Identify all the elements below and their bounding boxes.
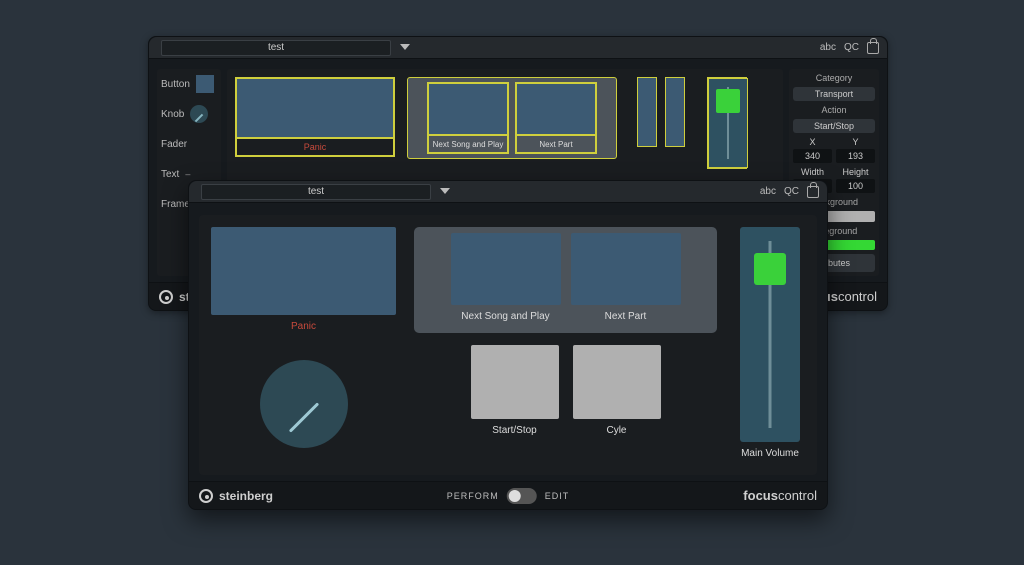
action-label: Action	[793, 105, 875, 115]
next-part-label: Next Part	[516, 135, 596, 153]
canvas-small-group	[637, 77, 685, 147]
qc-label[interactable]: QC	[784, 186, 799, 197]
perform-canvas: Panic Next Song and Play Next Part Start…	[199, 215, 817, 475]
panic-label: Panic	[236, 138, 394, 156]
fader-thumb[interactable]	[754, 253, 786, 285]
height-item: Height 100	[836, 167, 875, 193]
chevron-down-icon	[400, 44, 410, 50]
start-stop-label: Start/Stop	[492, 419, 536, 441]
next-song-pad[interactable]	[428, 83, 508, 135]
titlebar-right-group: abc QC	[820, 42, 879, 54]
canvas-next-part[interactable]: Next Part	[515, 82, 597, 154]
preset-name: test	[268, 42, 284, 53]
y-item: Y 193	[836, 137, 875, 163]
preset-dropdown[interactable]: test	[161, 40, 391, 56]
palette-knob[interactable]: Knob	[161, 103, 217, 125]
abc-label[interactable]: abc	[760, 186, 776, 197]
action-field[interactable]: Start/Stop	[793, 119, 875, 133]
height-field[interactable]: 100	[836, 179, 875, 193]
footer-front: steinberg PERFORM EDIT focuscontrol	[189, 481, 827, 509]
palette-fader-label: Fader	[161, 139, 187, 150]
next-song-button[interactable]	[451, 233, 561, 305]
qc-label[interactable]: QC	[844, 42, 859, 53]
transport-row: Start/Stop Cyle	[414, 345, 717, 441]
titlebar-right-front: abc QC	[760, 186, 819, 198]
next-part-button[interactable]	[571, 233, 681, 305]
palette-text-label: Text	[161, 169, 179, 180]
x-label: X	[809, 137, 815, 147]
nav-group: Next Song and Play Next Part	[414, 227, 717, 333]
next-song-label: Next Song and Play	[428, 135, 508, 153]
palette-button-label: Button	[161, 79, 190, 90]
col-center: Next Song and Play Next Part Start/Stop …	[414, 227, 717, 463]
canvas-nav-group[interactable]: Next Song and Play Next Part	[407, 77, 617, 159]
category-field[interactable]: Transport	[793, 87, 875, 101]
main-knob[interactable]	[260, 360, 348, 448]
y-field[interactable]: 193	[836, 149, 875, 163]
chevron-down-icon	[440, 188, 450, 194]
height-label: Height	[842, 167, 868, 177]
canvas-small-2[interactable]	[665, 77, 685, 147]
cycle-button[interactable]	[573, 345, 661, 419]
next-song-label: Next Song and Play	[461, 305, 549, 327]
cycle-card: Cyle	[573, 345, 661, 441]
canvas-panic-button[interactable]: Panic	[235, 77, 395, 157]
x-field[interactable]: 340	[793, 149, 832, 163]
mini-fader[interactable]	[708, 78, 748, 168]
canvas-small-1[interactable]	[637, 77, 657, 147]
y-label: Y	[852, 137, 858, 147]
brand-logo-icon	[199, 489, 213, 503]
start-stop-button[interactable]	[471, 345, 559, 419]
titlebar-front: test abc QC	[189, 181, 827, 203]
palette-frame-label: Frame	[161, 199, 190, 210]
titlebar-back: test abc QC	[149, 37, 887, 59]
product-focus: focus	[743, 488, 778, 503]
canvas-next-song[interactable]: Next Song and Play	[427, 82, 509, 154]
palette-knob-label: Knob	[161, 109, 184, 120]
abc-label[interactable]: abc	[820, 42, 836, 53]
brand-front: steinberg	[199, 489, 273, 503]
main-volume-label: Main Volume	[741, 448, 799, 459]
edit-label: EDIT	[545, 491, 570, 501]
width-label: Width	[801, 167, 824, 177]
perform-window: test abc QC Panic Next Song and Play Ne	[188, 180, 828, 510]
panic-label: Panic	[291, 321, 316, 332]
next-song-card: Next Song and Play	[451, 233, 561, 327]
category-label: Category	[793, 73, 875, 83]
product-control: control	[838, 289, 877, 304]
panic-button[interactable]	[211, 227, 396, 315]
brand-logo-icon	[159, 290, 173, 304]
xy-row: X 340 Y 193	[793, 137, 875, 163]
product-name-front: focuscontrol	[743, 488, 817, 503]
product-control: control	[778, 488, 817, 503]
next-part-label: Next Part	[605, 305, 647, 327]
palette-fader[interactable]: Fader	[161, 133, 217, 155]
panic-pad[interactable]	[236, 78, 394, 138]
next-part-card: Next Part	[571, 233, 681, 327]
knob-swatch-icon	[190, 105, 208, 123]
perform-label: PERFORM	[447, 491, 499, 501]
button-swatch-icon	[196, 75, 214, 93]
preset-dropdown-front[interactable]: test	[201, 184, 431, 200]
brand-text: steinberg	[219, 489, 273, 503]
palette-button[interactable]: Button	[161, 73, 217, 95]
fader-thumb[interactable]	[716, 89, 740, 113]
next-part-pad[interactable]	[516, 83, 596, 135]
perform-edit-toggle[interactable]: PERFORM EDIT	[447, 488, 570, 504]
col-panic-knob: Panic	[211, 227, 396, 463]
lock-icon[interactable]	[867, 42, 879, 54]
preset-name-front: test	[308, 186, 324, 197]
start-stop-card: Start/Stop	[471, 345, 559, 441]
toggle-switch[interactable]	[507, 488, 537, 504]
text-swatch-icon: –	[185, 169, 190, 179]
cycle-label: Cyle	[606, 419, 626, 441]
x-item: X 340	[793, 137, 832, 163]
col-fader: Main Volume	[735, 227, 805, 463]
lock-icon[interactable]	[807, 186, 819, 198]
main-volume-fader[interactable]	[740, 227, 800, 442]
canvas-fader[interactable]	[707, 77, 747, 169]
